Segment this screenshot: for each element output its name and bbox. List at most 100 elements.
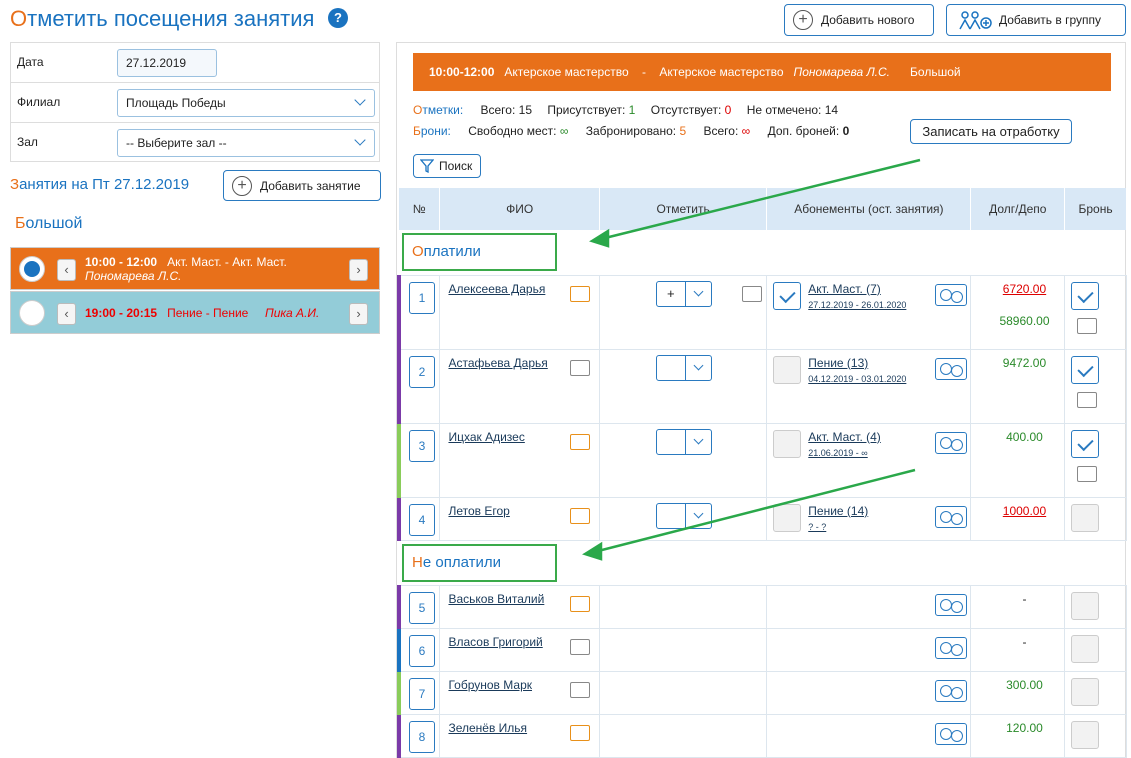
subscription-link[interactable]: Акт. Маст. (7) — [808, 282, 906, 296]
search-button[interactable]: Поиск — [413, 154, 481, 178]
booking-stats: Брони: Свободно мест: ∞ Забронировано: 5… — [413, 124, 850, 138]
subscription-checkbox[interactable] — [773, 281, 802, 310]
subscription-checkbox[interactable] — [773, 503, 802, 532]
table-row: 2 Астафьева Дарья Пение (13) 04.12.2019 -… — [397, 349, 1127, 424]
help-icon[interactable]: ? — [328, 8, 348, 28]
row-number[interactable]: 8 — [409, 720, 435, 753]
debt-value: 1000.00 — [1002, 503, 1047, 518]
col-name[interactable]: ФИО — [439, 188, 600, 230]
row-number[interactable]: 4 — [409, 503, 435, 536]
booking-checkbox[interactable] — [1071, 720, 1100, 749]
subscription-link[interactable]: Пение (13) — [808, 356, 906, 370]
comment-icon[interactable] — [1077, 317, 1098, 334]
col-number: № — [399, 188, 441, 230]
branch-select[interactable]: Площадь Победы — [117, 89, 375, 117]
table-row: 7 Гобрунов Марк 300.00 — [397, 671, 1127, 715]
debt-value: 300.00 — [1006, 677, 1043, 692]
chevron-down-icon — [354, 134, 366, 146]
deposit-value: 58960.00 — [999, 313, 1050, 328]
student-name-link[interactable]: Васьков Виталий — [448, 592, 544, 606]
comment-icon[interactable] — [570, 507, 591, 524]
subscription-dates: ? - ? — [808, 521, 827, 532]
row-number[interactable]: 7 — [409, 677, 435, 710]
user-add-icon[interactable] — [935, 679, 968, 702]
debt-value: 6720.00 — [1002, 281, 1047, 296]
comment-icon[interactable] — [570, 681, 591, 698]
mark-select[interactable] — [655, 428, 712, 455]
row-number[interactable]: 3 — [409, 429, 435, 462]
booking-checkbox[interactable] — [1071, 281, 1100, 310]
plus-circle-icon: + — [793, 10, 813, 30]
comment-icon[interactable] — [570, 359, 591, 376]
comment-icon[interactable] — [570, 285, 591, 302]
hall-heading: Большой — [15, 215, 83, 232]
booking-checkbox[interactable] — [1071, 634, 1100, 663]
comment-icon[interactable] — [1077, 465, 1098, 482]
student-name-link[interactable]: Зеленёв Илья — [448, 721, 527, 735]
user-add-icon[interactable] — [935, 431, 968, 454]
student-name-link[interactable]: Ицхак Адизес — [448, 430, 524, 444]
user-add-icon[interactable] — [935, 636, 968, 659]
subscription-checkbox[interactable] — [773, 429, 802, 458]
hall-label: Зал — [17, 135, 38, 149]
comment-icon[interactable] — [570, 433, 591, 450]
table-row: 1 Алексеева Дарья + Акт. Маст. (7) 27.12.2… — [397, 275, 1127, 350]
radio-selected[interactable] — [19, 256, 45, 282]
user-add-icon[interactable] — [935, 505, 968, 528]
comment-icon[interactable] — [741, 285, 762, 302]
add-to-group-button[interactable]: Добавить в группу — [946, 4, 1126, 36]
user-add-icon[interactable] — [935, 357, 968, 380]
student-name-link[interactable]: Летов Егор — [448, 504, 509, 518]
student-name-link[interactable]: Алексеева Дарья — [448, 282, 545, 296]
add-new-button[interactable]: + Добавить нового — [784, 4, 934, 36]
user-add-icon[interactable] — [935, 593, 968, 616]
mark-select[interactable] — [655, 354, 712, 381]
col-subscriptions: Абонементы (ост. занятия) — [766, 188, 972, 230]
subscription-link[interactable]: Пение (14) — [808, 504, 868, 518]
student-name-link[interactable]: Астафьева Дарья — [448, 356, 547, 370]
booking-checkbox[interactable] — [1071, 677, 1100, 706]
page-title: Отметить посещения занятия — [10, 6, 315, 31]
student-name-link[interactable]: Гобрунов Марк — [448, 678, 532, 692]
user-add-icon[interactable] — [935, 722, 968, 745]
comment-icon[interactable] — [1077, 391, 1098, 408]
radio-unselected[interactable] — [19, 300, 45, 326]
chevron-down-icon — [354, 94, 366, 106]
plus-circle-icon: + — [232, 175, 252, 196]
table-row: 3 Ицхак Адизес Акт. Маст. (4) 21.06.2019 … — [397, 423, 1127, 498]
add-lesson-button[interactable]: + Добавить занятие — [223, 170, 381, 201]
row-number[interactable]: 1 — [409, 281, 435, 314]
table-row: 8 Зеленёв Илья 120.00 — [397, 714, 1127, 758]
makeup-button[interactable]: Записать на отработку — [910, 119, 1072, 144]
prev-arrow-icon[interactable]: ‹ — [57, 259, 76, 281]
comment-icon[interactable] — [570, 638, 591, 655]
user-add-icon[interactable] — [935, 283, 968, 306]
booking-checkbox[interactable] — [1071, 355, 1100, 384]
prev-arrow-icon[interactable]: ‹ — [57, 303, 76, 325]
booking-checkbox[interactable] — [1071, 429, 1100, 458]
subscription-link[interactable]: Акт. Маст. (4) — [808, 430, 881, 444]
lesson-item-2[interactable]: ‹ 19:00 - 20:15 Пение - Пение Пика А.И. … — [10, 291, 380, 334]
row-number[interactable]: 6 — [409, 634, 435, 667]
group-add-icon — [959, 11, 992, 30]
mark-select[interactable]: + — [655, 280, 712, 307]
date-field[interactable]: 27.12.2019 — [117, 49, 217, 77]
table-row: 6 Власов Григорий - — [397, 628, 1127, 672]
debt-value: - — [1022, 634, 1027, 649]
mark-select[interactable] — [655, 502, 712, 529]
subscription-checkbox[interactable] — [773, 355, 802, 384]
row-number[interactable]: 2 — [409, 355, 435, 388]
comment-icon[interactable] — [570, 595, 591, 612]
booking-checkbox[interactable] — [1071, 591, 1100, 620]
col-booking: Бронь — [1064, 188, 1127, 230]
comment-icon[interactable] — [570, 724, 591, 741]
lessons-title: Занятия на Пт 27.12.2019 — [10, 176, 190, 193]
booking-checkbox[interactable] — [1071, 503, 1100, 532]
next-arrow-icon[interactable]: › — [349, 303, 368, 325]
hall-select[interactable]: -- Выберите зал -- — [117, 129, 375, 157]
subscription-dates: 27.12.2019 - 26.01.2020 — [808, 299, 907, 310]
next-arrow-icon[interactable]: › — [349, 259, 368, 281]
student-name-link[interactable]: Власов Григорий — [448, 635, 542, 649]
lesson-item-1[interactable]: ‹ 10:00 - 12:00 Акт. Маст. - Акт. Маст. … — [10, 247, 380, 290]
row-number[interactable]: 5 — [409, 591, 435, 624]
